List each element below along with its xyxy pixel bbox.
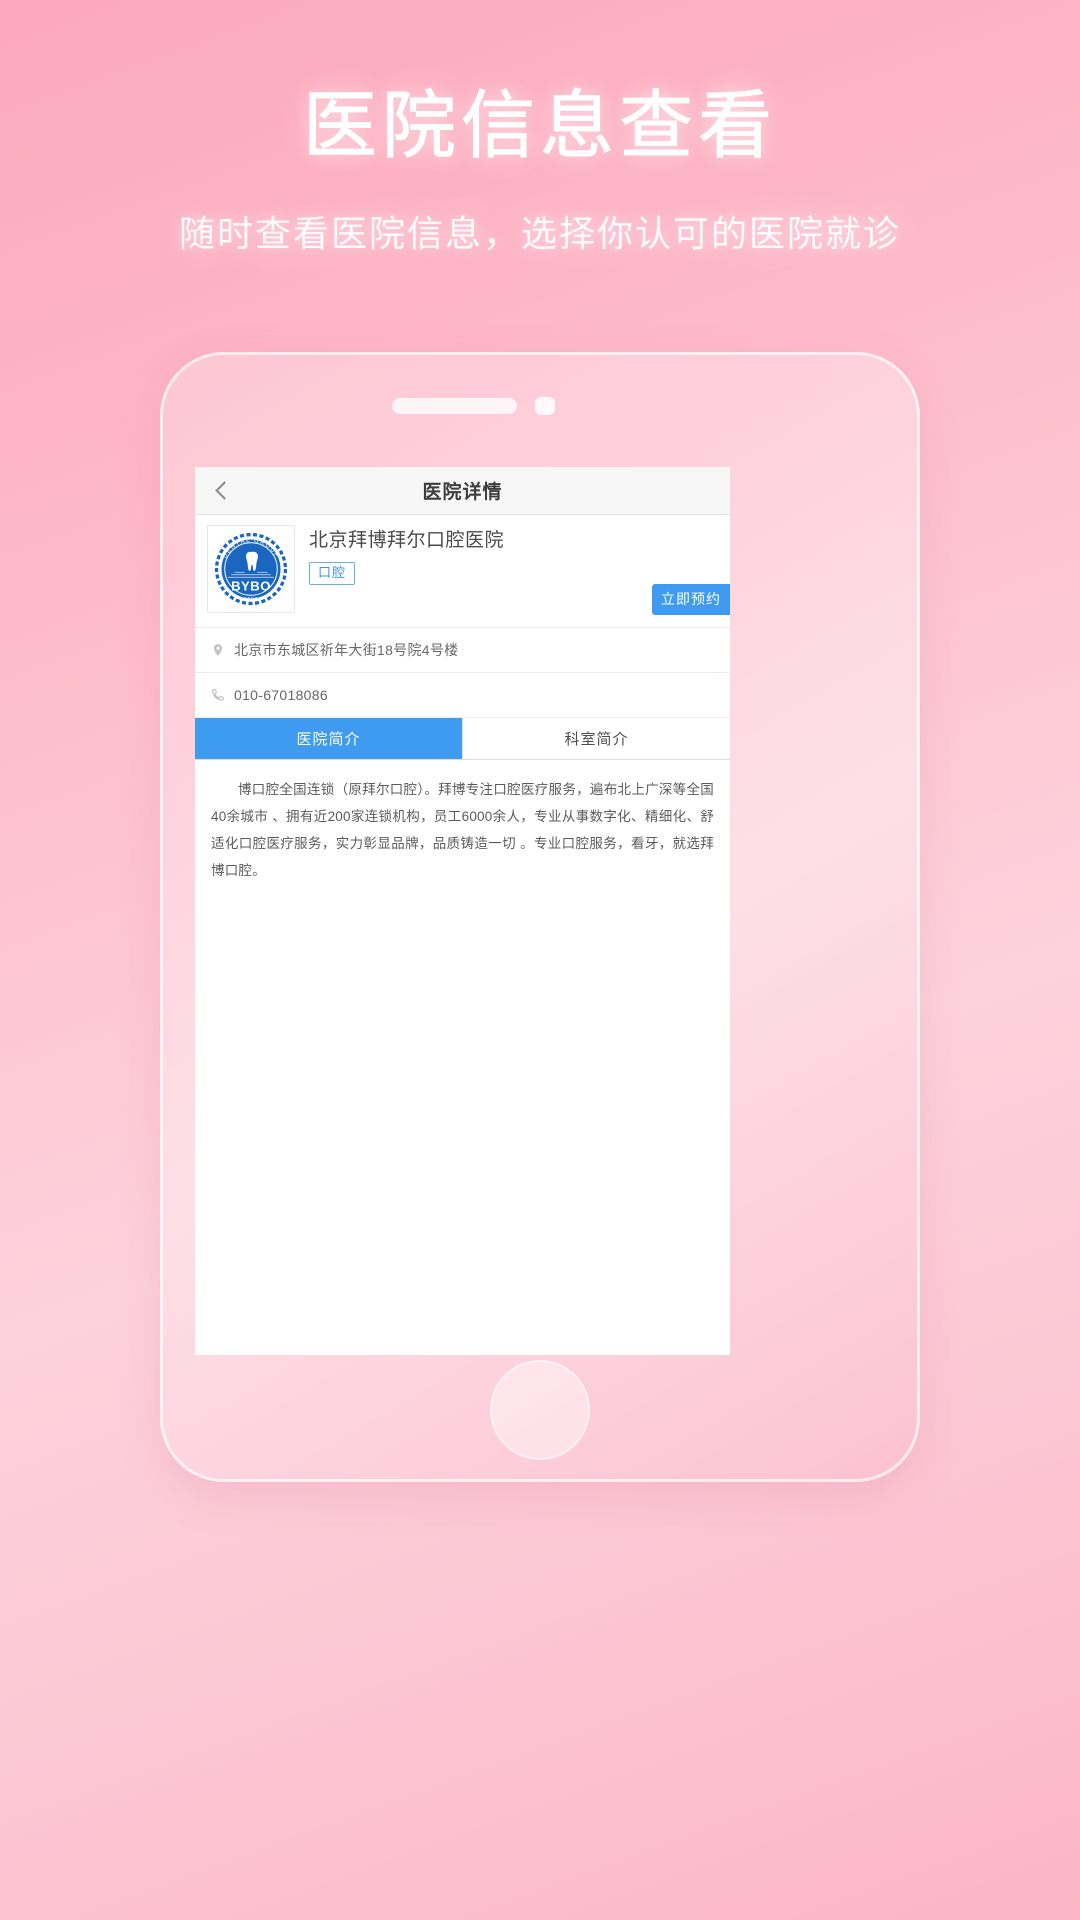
hospital-address-row[interactable]: 北京市东城区祈年大街18号院4号楼: [195, 628, 730, 673]
svg-text:BYBO: BYBO: [231, 578, 271, 593]
tab-department-intro[interactable]: 科室简介: [462, 718, 730, 759]
hospital-phone-text: 010-67018086: [234, 687, 328, 703]
promo-header: 医院信息查看 随时查看医院信息，选择你认可的医院就诊: [0, 0, 1080, 258]
chevron-left-icon: [214, 481, 234, 500]
home-button[interactable]: [490, 1360, 590, 1460]
svg-text:1993: 1993: [244, 596, 258, 602]
page-subtitle: 随时查看医院信息，选择你认可的医院就诊: [178, 213, 901, 255]
hospital-description: 博口腔全国连锁（原拜尔口腔）。拜博专注口腔医疗服务，遍布北上广深等全国40余城市…: [211, 782, 714, 878]
front-camera-icon: [535, 397, 555, 415]
bybo-dental-logo-icon: DENTAL GROUP BYBO 1993: [214, 532, 288, 606]
back-button[interactable]: [195, 467, 249, 515]
navbar-title: 医院详情: [422, 482, 503, 503]
phone-top-bezel: [160, 352, 920, 462]
location-pin-icon: [209, 641, 227, 659]
book-appointment-button[interactable]: 立即预约: [652, 584, 730, 615]
app-navbar: 医院详情: [195, 467, 730, 515]
hospital-card: DENTAL GROUP BYBO 1993 北京拜博拜尔口腔医院 口腔 立即预…: [195, 515, 730, 628]
hospital-name: 北京拜博拜尔口腔医院: [309, 530, 505, 551]
detail-tabs: 医院简介 科室简介: [195, 718, 730, 760]
hospital-address-text: 北京市东城区祈年大街18号院4号楼: [234, 642, 459, 658]
hospital-category-tag: 口腔: [309, 561, 356, 585]
hospital-phone-row[interactable]: 010-67018086: [195, 673, 730, 718]
page-title: 医院信息查看: [303, 83, 777, 167]
tab-hospital-intro[interactable]: 医院简介: [195, 718, 462, 759]
phone-mockup: 医院详情 DENTAL GROUP BYBO 1993 北京拜博拜尔口腔医院 口…: [160, 352, 920, 1482]
phone-handset-icon: [209, 686, 227, 704]
speaker-grille: [392, 398, 517, 414]
hospital-logo-container: DENTAL GROUP BYBO 1993: [207, 525, 295, 613]
app-screen: 医院详情 DENTAL GROUP BYBO 1993 北京拜博拜尔口腔医院 口…: [195, 467, 730, 1355]
